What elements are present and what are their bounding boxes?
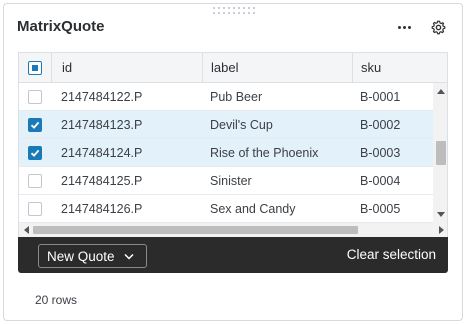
selection-action-bar: New Quote Clear selection (18, 237, 448, 273)
row-select-cell (19, 83, 51, 111)
cell-label: Pub Beer (210, 90, 263, 104)
cell-id: 2147484123.P (61, 118, 143, 132)
gear-icon (431, 20, 445, 34)
table-row[interactable]: 2147484123.P Devil's Cup B-0002 (19, 111, 433, 139)
scroll-up-icon[interactable] (437, 89, 445, 94)
clear-selection-button[interactable]: Clear selection (347, 247, 436, 262)
scroll-left-icon[interactable] (24, 226, 29, 234)
checkmark-icon (30, 149, 40, 157)
cell-sku: B-0003 (360, 146, 401, 160)
row-select-cell (19, 111, 51, 139)
cell-label: Devil's Cup (210, 118, 273, 132)
vertical-scroll-thumb[interactable] (436, 141, 446, 165)
row-checkbox[interactable] (28, 90, 42, 104)
table-row[interactable]: 2147484124.P Rise of the Phoenix B-0003 (19, 139, 433, 167)
vertical-scrollbar[interactable] (433, 83, 447, 223)
cell-id: 2147484125.P (61, 174, 143, 188)
header-select-cell (19, 53, 51, 83)
cell-id: 2147484126.P (61, 202, 143, 216)
row-checkbox[interactable] (28, 118, 42, 132)
chevron-down-icon (124, 253, 134, 260)
select-all-checkbox[interactable] (28, 61, 42, 75)
new-quote-dropdown[interactable]: New Quote (38, 244, 147, 268)
cell-sku: B-0004 (360, 174, 401, 188)
cell-sku: B-0002 (360, 118, 401, 132)
row-select-cell (19, 195, 51, 223)
row-select-cell (19, 167, 51, 195)
scroll-down-icon[interactable] (437, 212, 445, 217)
row-checkbox[interactable] (28, 174, 42, 188)
cell-label: Rise of the Phoenix (210, 146, 319, 160)
cell-label: Sinister (210, 174, 252, 188)
scroll-right-icon[interactable] (439, 226, 444, 234)
more-options-button[interactable] (393, 16, 415, 38)
panel-title: MatrixQuote (17, 18, 105, 35)
matrixquote-panel: MatrixQuote id label sku 2147484122.P Pub… (3, 3, 463, 321)
cell-id: 2147484122.P (61, 90, 143, 104)
drag-handle-icon[interactable] (209, 7, 259, 17)
grid-header: id label sku (19, 53, 447, 83)
cell-sku: B-0001 (360, 90, 401, 104)
column-header-id[interactable]: id (51, 53, 202, 83)
row-select-cell (19, 139, 51, 167)
table-row[interactable]: 2147484122.P Pub Beer B-0001 (19, 83, 433, 111)
new-quote-label: New Quote (47, 248, 115, 264)
cell-sku: B-0005 (360, 202, 401, 216)
cell-label: Sex and Candy (210, 202, 296, 216)
column-header-sku[interactable]: sku (352, 53, 447, 83)
row-checkbox[interactable] (28, 202, 42, 216)
horizontal-scroll-thumb[interactable] (33, 226, 358, 234)
cell-id: 2147484124.P (61, 146, 143, 160)
row-checkbox[interactable] (28, 146, 42, 160)
data-grid: id label sku 2147484122.P Pub Beer B-0001 2… (18, 52, 448, 237)
more-horizontal-icon (397, 25, 412, 29)
table-row[interactable]: 2147484126.P Sex and Candy B-0005 (19, 195, 433, 223)
horizontal-scrollbar[interactable] (19, 223, 447, 237)
settings-button[interactable] (427, 16, 449, 38)
row-count: 20 rows (35, 293, 78, 307)
checkmark-icon (30, 121, 40, 129)
column-header-label[interactable]: label (202, 53, 352, 83)
table-row[interactable]: 2147484125.P Sinister B-0004 (19, 167, 433, 195)
